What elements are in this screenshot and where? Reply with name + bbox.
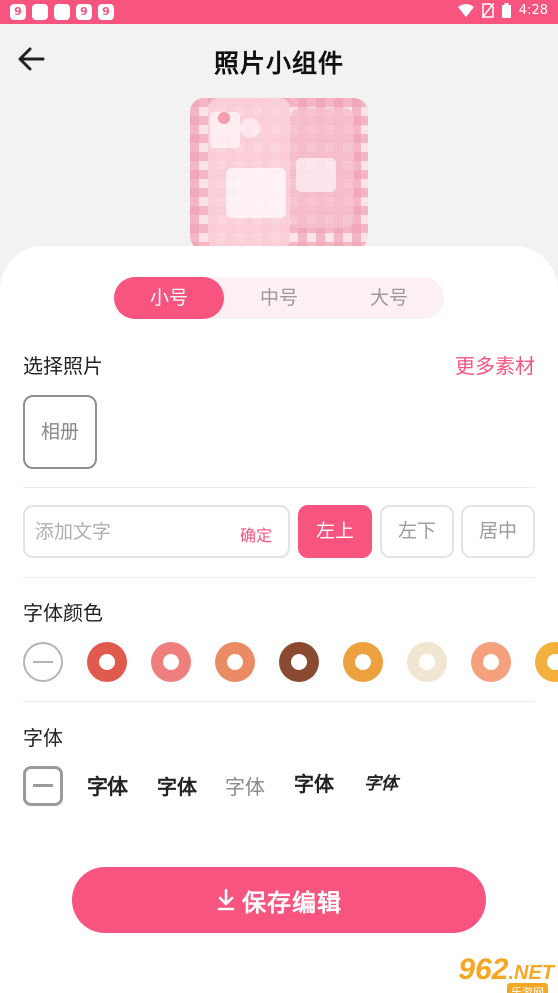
notification-app-icon: 9 (98, 4, 114, 20)
confirm-text-button[interactable]: 确定 (240, 522, 272, 546)
page-title: 照片小组件 (213, 49, 344, 78)
app-header: 照片小组件 (0, 24, 558, 96)
color-swatch[interactable] (407, 642, 447, 682)
status-time: 4:28 (518, 3, 548, 18)
swatch-ring-center (419, 654, 435, 670)
download-icon (217, 888, 235, 911)
choose-photo-title: 选择照片 (23, 354, 103, 378)
album-button[interactable]: 相册 (23, 395, 97, 469)
notification-app-icon: 9 (10, 4, 26, 20)
watermark-number: 962 (458, 953, 509, 986)
battery-icon (501, 3, 511, 18)
color-swatch[interactable] (151, 642, 191, 682)
color-swatch[interactable] (343, 642, 383, 682)
font-option-regular-bold[interactable]: 字体 (294, 768, 334, 797)
swatch-ring-center (291, 654, 307, 670)
color-swatch[interactable] (535, 642, 558, 682)
tab-size-large[interactable]: 大号 (334, 277, 444, 319)
font-option-italic[interactable]: 字体 (364, 769, 398, 794)
swatch-ring-center (483, 654, 499, 670)
none-icon (33, 661, 53, 663)
font-option-bold[interactable]: 字体 (87, 771, 128, 801)
swatch-ring-center (227, 654, 243, 670)
color-swatch[interactable] (87, 642, 127, 682)
watermark-sub: 乐游网 (507, 983, 548, 993)
divider (23, 701, 535, 702)
notification-app-icon (32, 4, 48, 20)
swatch-ring-center (99, 654, 115, 670)
watermark-suffix: .NET (508, 962, 554, 984)
divider (23, 577, 535, 578)
font-color-row (0, 642, 558, 682)
save-edit-label: 保存编辑 (242, 888, 342, 917)
swatch-ring-center (163, 654, 179, 670)
divider (23, 487, 535, 488)
font-option-light[interactable]: 字体 (225, 771, 265, 800)
wifi-icon (457, 3, 474, 17)
color-swatch[interactable] (215, 642, 255, 682)
font-title: 字体 (23, 726, 63, 750)
swatch-ring-center (547, 654, 558, 670)
none-icon (33, 784, 53, 787)
position-bottom-left-button[interactable]: 左下 (380, 505, 454, 558)
position-top-left-button[interactable]: 左上 (298, 505, 372, 558)
add-text-field: 确定 (23, 505, 290, 558)
site-watermark: 962.NET 乐游网 (458, 953, 554, 993)
save-edit-content: 保存编辑 (72, 867, 486, 933)
no-sim-icon (481, 3, 494, 18)
more-materials-link[interactable]: 更多素材 (455, 350, 535, 379)
position-center-button[interactable]: 居中 (461, 505, 535, 558)
color-none-swatch[interactable] (23, 642, 63, 682)
status-right: 4:28 (457, 3, 548, 18)
swatch-ring-center (355, 654, 371, 670)
font-none-option[interactable] (23, 766, 63, 806)
add-text-input[interactable] (35, 517, 225, 547)
size-selector: 小号 中号 大号 (114, 277, 444, 319)
save-edit-button[interactable]: 保存编辑 (72, 867, 486, 933)
color-swatch[interactable] (279, 642, 319, 682)
font-color-title: 字体颜色 (23, 601, 103, 625)
font-option-semibold[interactable]: 字体 (157, 771, 197, 800)
status-bar: 9 9 9 4:28 (0, 0, 558, 24)
widget-preview-photo (190, 98, 368, 250)
notification-app-icon: 9 (76, 4, 92, 20)
tab-size-medium[interactable]: 中号 (224, 277, 334, 319)
tab-size-small[interactable]: 小号 (114, 277, 224, 319)
status-app-icons: 9 9 9 (10, 4, 114, 20)
color-swatch[interactable] (471, 642, 511, 682)
notification-app-icon (54, 4, 70, 20)
editor-sheet: 小号 中号 大号 选择照片 更多素材 相册 确定 左上 左下 居中 字体颜色 字… (0, 246, 558, 993)
